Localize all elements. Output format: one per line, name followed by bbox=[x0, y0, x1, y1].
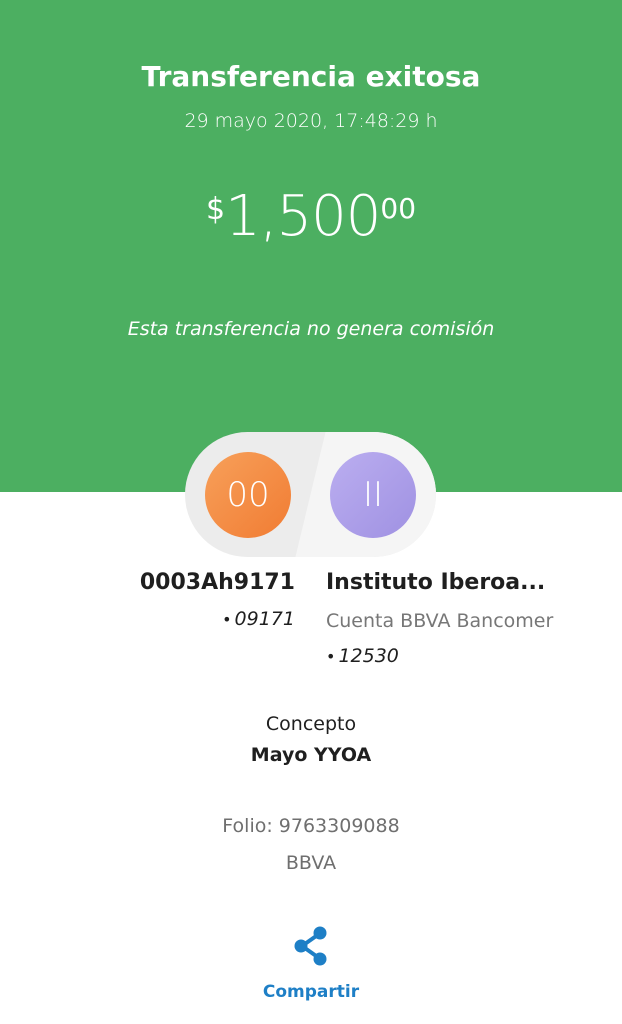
destination-account-digits: 12530 bbox=[338, 645, 399, 667]
commission-note: Esta transferencia no genera comisión bbox=[127, 318, 495, 340]
share-button[interactable]: Compartir bbox=[231, 924, 391, 1008]
amount-currency: $ bbox=[205, 192, 226, 227]
destination-account-number: • 12530 bbox=[326, 645, 399, 667]
transfer-amount: $1,50000 bbox=[0, 184, 622, 249]
amount-cents: 00 bbox=[380, 192, 417, 225]
origin-account-name: 0003Ah9171 bbox=[139, 570, 295, 595]
share-icon[interactable] bbox=[293, 926, 329, 966]
transfer-datetime: 29 mayo 2020, 17:48:29 h bbox=[184, 110, 438, 132]
concept-label: Concepto bbox=[265, 713, 357, 735]
success-header: Transferencia exitosa 29 mayo 2020, 17:4… bbox=[0, 0, 622, 492]
origin-avatar: 00 bbox=[205, 452, 291, 538]
destination-account-name: Instituto Iberoa... bbox=[326, 570, 546, 595]
amount-integer: 1,500 bbox=[225, 184, 381, 249]
bullet: • bbox=[222, 610, 232, 629]
destination-bank: Cuenta BBVA Bancomer bbox=[326, 610, 554, 632]
origin-account-digits: 09171 bbox=[234, 608, 295, 630]
destination-avatar: II bbox=[330, 452, 416, 538]
folio-number: Folio: 9763309088 bbox=[222, 815, 400, 837]
bullet: • bbox=[326, 647, 336, 666]
origin-account-number: • 09171 bbox=[222, 608, 295, 630]
bank-name: BBVA bbox=[285, 852, 337, 874]
concept-value: Mayo YYOA bbox=[250, 744, 372, 766]
share-label[interactable]: Compartir bbox=[231, 982, 391, 1002]
page-title: Transferencia exitosa bbox=[141, 60, 481, 93]
